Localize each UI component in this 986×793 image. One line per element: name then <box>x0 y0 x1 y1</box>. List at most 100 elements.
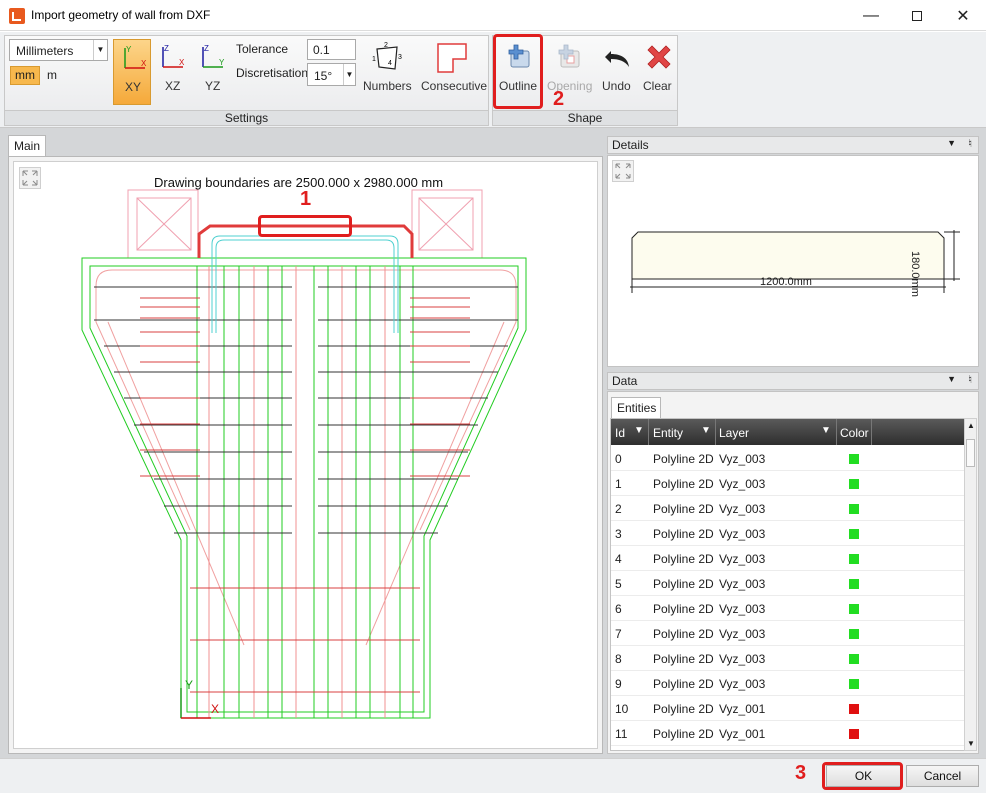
cell-id: 10 <box>615 702 629 716</box>
expand-icon <box>22 170 38 186</box>
cell-id: 9 <box>615 677 622 691</box>
plane-xy-button[interactable]: YX XY <box>113 39 151 105</box>
table-row[interactable]: 8 Polyline 2D Vyz_003 <box>611 646 965 671</box>
section-preview <box>630 230 960 293</box>
cell-entity: Polyline 2D <box>653 702 714 716</box>
tab-main-label: Main <box>14 139 41 153</box>
cell-entity: Polyline 2D <box>653 527 714 541</box>
pin-icon[interactable]: ♮ <box>968 137 972 150</box>
maximize-button[interactable] <box>894 0 940 31</box>
table-row[interactable]: 5 Polyline 2D Vyz_003 <box>611 571 965 596</box>
grid-body: 0 Polyline 2D Vyz_003 1 Polyline 2D Vyz_003 2 P… <box>611 446 965 746</box>
svg-text:3: 3 <box>398 54 402 61</box>
scroll-down-icon[interactable]: ▼ <box>967 739 975 748</box>
entities-grid: Id ▼ Entity ▼ Layer ▼ Color 0 Polyline 2D… <box>610 418 966 751</box>
grid-header: Id ▼ Entity ▼ Layer ▼ Color <box>611 419 965 445</box>
color-swatch <box>849 704 859 714</box>
tab-main[interactable]: Main <box>8 135 46 157</box>
cell-layer: Vyz_003 <box>719 477 766 491</box>
cell-id: 4 <box>615 552 622 566</box>
ok-highlight <box>822 762 903 790</box>
cancel-button[interactable]: Cancel <box>906 765 979 787</box>
filter-icon[interactable]: ▼ <box>701 425 711 436</box>
table-row[interactable]: 9 Polyline 2D Vyz_003 <box>611 671 965 696</box>
boundaries-text: Drawing boundaries are 2500.000 x 2980.0… <box>154 175 444 190</box>
close-button[interactable]: ✕ <box>940 0 986 31</box>
consecutive-button[interactable]: Consecutive <box>419 39 487 105</box>
clear-label: Clear <box>643 79 672 93</box>
scroll-thumb[interactable] <box>966 439 975 467</box>
col-id[interactable]: Id <box>615 426 625 440</box>
cell-entity: Polyline 2D <box>653 677 714 691</box>
svg-text:X: X <box>179 58 185 67</box>
tab-entities-label: Entities <box>617 401 657 415</box>
plane-xz-button[interactable]: ZX X Z <box>155 39 193 105</box>
fit-view-button[interactable] <box>19 167 41 189</box>
drawing-canvas[interactable]: Drawing boundaries are 2500.000 x 2980.0… <box>13 161 598 749</box>
title-bar: Import geometry of wall from DXF — ✕ <box>0 0 986 31</box>
pin-icon[interactable]: ♮ <box>968 373 972 386</box>
chevron-down-icon[interactable]: ▼ <box>947 374 956 384</box>
color-swatch <box>849 504 859 514</box>
table-row[interactable]: 2 Polyline 2D Vyz_003 <box>611 496 965 521</box>
data-header: Data ▼ ♮ <box>607 372 979 390</box>
table-row[interactable]: 11 Polyline 2D Vyz_001 <box>611 721 965 746</box>
col-entity[interactable]: Entity <box>653 426 683 440</box>
minimize-button[interactable]: — <box>848 0 894 31</box>
table-row[interactable]: 0 Polyline 2D Vyz_003 <box>611 446 965 471</box>
callout-1: 1 <box>300 188 312 210</box>
table-row[interactable]: 10 Polyline 2D Vyz_001 <box>611 696 965 721</box>
numbers-label: Numbers <box>363 79 412 93</box>
cell-entity: Polyline 2D <box>653 727 714 741</box>
tab-entities[interactable]: Entities <box>611 397 661 419</box>
cancel-label: Cancel <box>923 769 962 783</box>
svg-text:X: X <box>141 59 147 68</box>
close-icon: ✕ <box>956 7 970 25</box>
cell-id: 5 <box>615 577 622 591</box>
unit-mm-label: mm <box>15 68 35 82</box>
scroll-up-icon[interactable]: ▲ <box>967 421 975 430</box>
color-swatch <box>849 454 859 464</box>
cell-id: 0 <box>615 452 622 466</box>
grid-scrollbar[interactable]: ▲ ▼ <box>964 418 977 751</box>
main-panel: Drawing boundaries are 2500.000 x 2980.0… <box>8 156 603 754</box>
chevron-down-icon[interactable]: ▼ <box>947 138 956 148</box>
color-swatch <box>849 629 859 639</box>
unit-m-label: m <box>47 68 57 82</box>
settings-group: Millimeters ▼ mm m YX XY ZX XZ ZY YZ Tol… <box>4 35 489 126</box>
table-row[interactable]: 7 Polyline 2D Vyz_003 <box>611 621 965 646</box>
cell-layer: Vyz_003 <box>719 552 766 566</box>
height-dimension: 180.0mm <box>909 251 921 297</box>
svg-text:Z: Z <box>164 44 169 53</box>
numbers-button[interactable]: 2 1 3 4 Numbers <box>361 39 413 105</box>
clear-icon <box>647 45 671 69</box>
maximize-icon <box>912 10 922 21</box>
cell-entity: Polyline 2D <box>653 652 714 666</box>
color-swatch <box>849 654 859 664</box>
chevron-down-icon: ▼ <box>343 64 355 85</box>
table-row[interactable]: 6 Polyline 2D Vyz_003 <box>611 596 965 621</box>
discretisation-select[interactable]: 15° ▼ <box>307 63 356 86</box>
unit-m-toggle[interactable]: m <box>47 68 57 82</box>
table-row[interactable]: 1 Polyline 2D Vyz_003 <box>611 471 965 496</box>
callout-2: 2 <box>553 88 565 110</box>
details-title: Details <box>612 138 649 152</box>
undo-button[interactable]: Undo <box>597 39 637 105</box>
color-swatch <box>849 479 859 489</box>
units-select[interactable]: Millimeters ▼ <box>9 39 108 61</box>
clear-button[interactable]: Clear <box>639 39 677 105</box>
cell-layer: Vyz_003 <box>719 502 766 516</box>
cell-id: 3 <box>615 527 622 541</box>
filter-icon[interactable]: ▼ <box>634 425 644 436</box>
table-row[interactable]: 3 Polyline 2D Vyz_003 <box>611 521 965 546</box>
filter-icon[interactable]: ▼ <box>821 425 831 436</box>
col-color[interactable]: Color <box>840 426 869 440</box>
xz-axes-icon: ZX <box>162 44 185 68</box>
table-row[interactable]: 4 Polyline 2D Vyz_003 <box>611 546 965 571</box>
discretisation-value: 15° <box>314 69 333 83</box>
tolerance-input[interactable]: 0.1 <box>307 39 356 60</box>
cell-id: 1 <box>615 477 622 491</box>
plane-yz-button[interactable]: ZY YZ <box>195 39 233 105</box>
col-layer[interactable]: Layer <box>719 426 749 440</box>
unit-mm-toggle[interactable]: mm <box>10 66 40 85</box>
